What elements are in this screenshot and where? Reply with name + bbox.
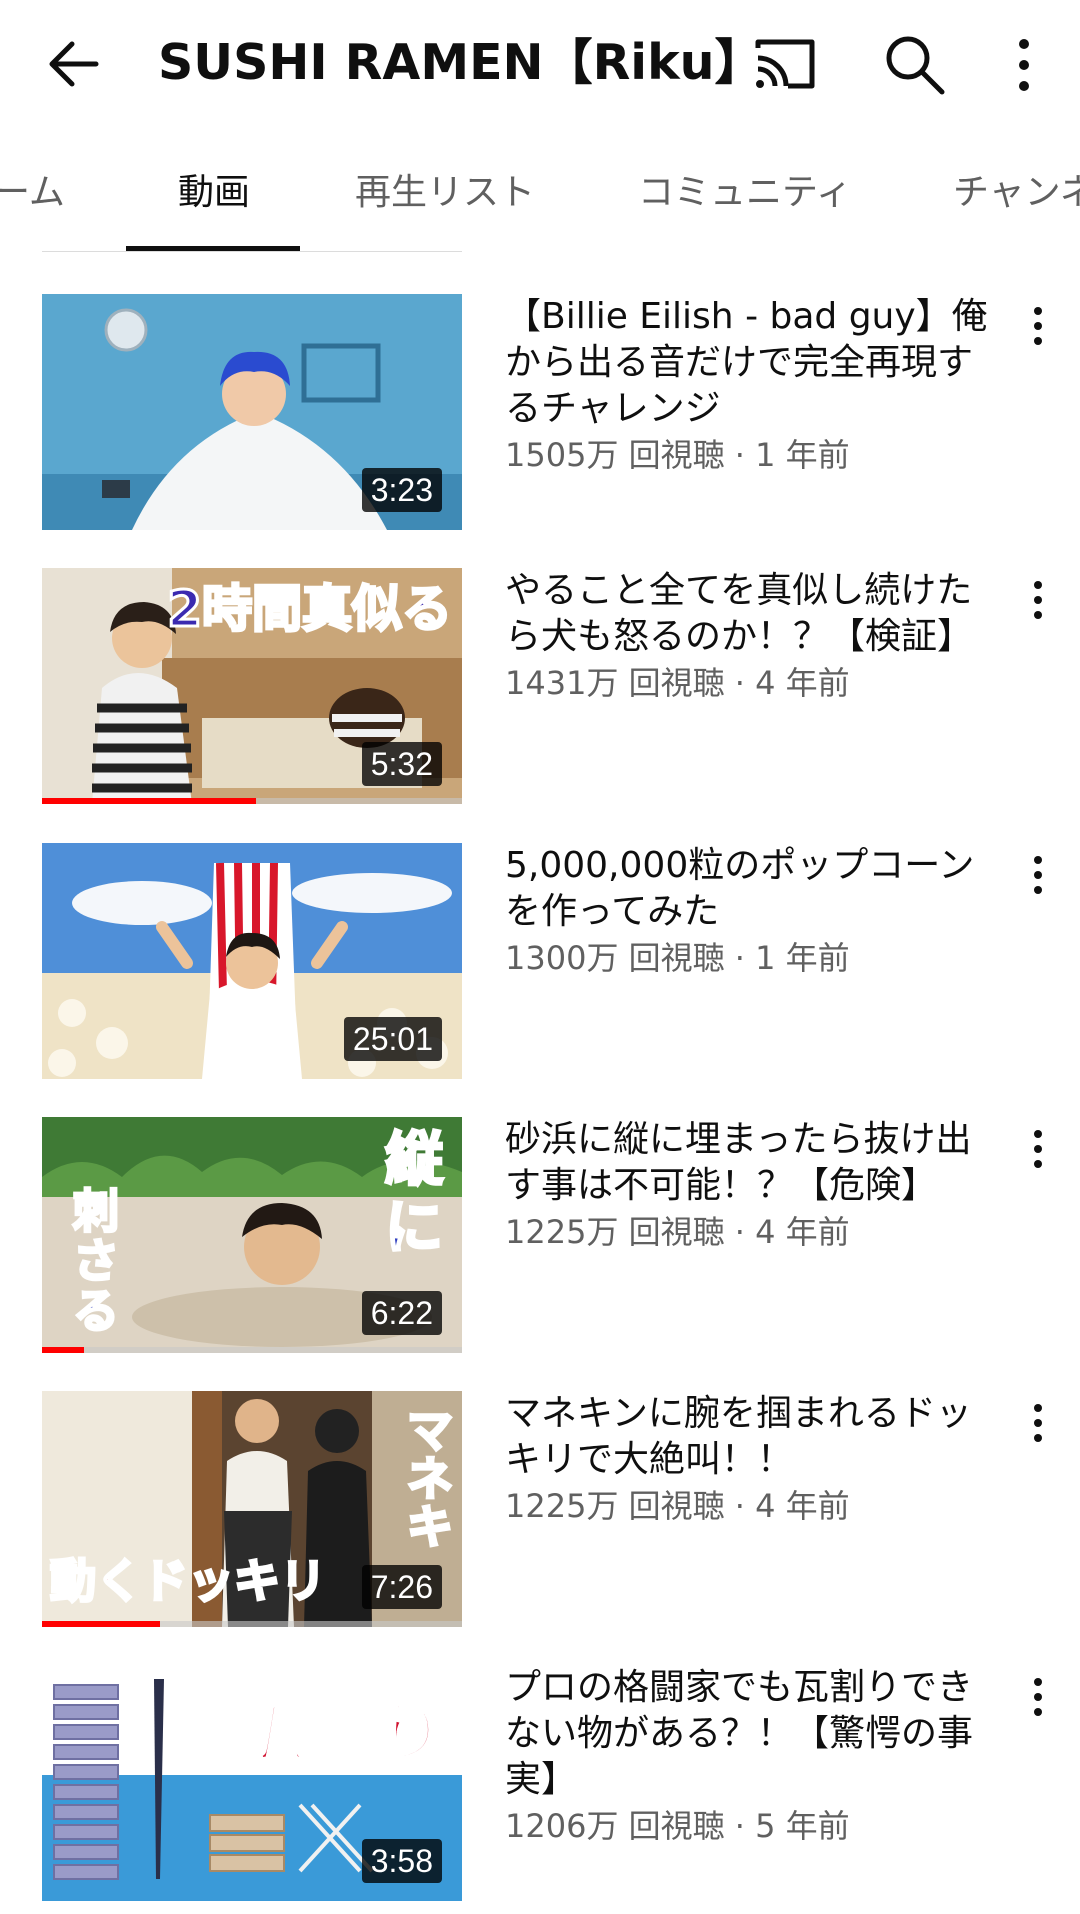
video-thumbnail[interactable]: 刺 さ る 縦 に 6:22 [42,1117,462,1353]
video-thumbnail[interactable]: 3:23 [42,294,462,530]
video-thumbnail[interactable]: 動くドッキリ マ ネ キ 7:26 [42,1391,462,1627]
tab-playlists[interactable]: 再生リスト [355,168,535,218]
thumbnail-overlay-text: ネ [407,1452,453,1506]
video-item[interactable]: 動くドッキリ マ ネ キ 7:26 マネキンに腕を掴まれるドッ キリで大絶叫！！… [0,1391,1080,1627]
video-duration: 3:23 [361,468,442,512]
video-thumbnail[interactable]: 2時間真似る 5:32 [42,568,462,804]
watch-progress-bar [42,1347,84,1353]
thumbnail-overlay-text: に [385,1193,443,1261]
video-info: 5,000,000粒のポップコーン を作ってみた 1300万 回視聴 · 1 年… [505,843,1005,981]
video-menu-icon[interactable] [1022,576,1054,624]
thumbnail-overlay-text: る [73,1284,119,1338]
video-title-line[interactable]: マネキンに腕を掴まれるドッ [505,1391,1005,1437]
video-item[interactable]: 25:01 5,000,000粒のポップコーン を作ってみた 1300万 回視聴… [0,843,1080,1079]
thumbnail-overlay-text: 刺 [73,1184,119,1238]
video-duration: 25:01 [343,1017,442,1061]
watch-progress-bar [42,1621,160,1627]
video-menu-icon[interactable] [1022,1399,1054,1447]
video-info: 【Billie Eilish - bad guy】俺 から出る音だけで完全再現す… [505,294,1005,478]
video-metadata: 1505万 回視聴 · 1 年前 [505,436,850,474]
video-title-line[interactable]: 砂浜に縦に埋まったら抜け出 [505,1117,1005,1163]
tab-community[interactable]: コミュニティ [638,168,852,218]
video-title-line[interactable]: るチャレンジ [505,386,1005,432]
video-metadata: 1431万 回視聴 · 4 年前 [505,664,850,702]
video-info: やること全てを真似し続けた ら犬も怒るのか！？【検証】 1431万 回視聴 · … [505,568,1005,706]
video-info: マネキンに腕を掴まれるドッ キリで大絶叫！！ 1225万 回視聴 · 4 年前 [505,1391,1005,1529]
watch-progress-bar [42,798,257,804]
video-menu-icon[interactable] [1022,1673,1054,1721]
video-info: プロの格闘家でも瓦割りでき ない物がある？！【驚愕の事 実】 1206万 回視聴… [505,1665,1005,1849]
video-duration: 6:22 [361,1291,442,1335]
thumbnail-overlay-text: 動くドッキリ [50,1554,326,1608]
divider [42,251,462,252]
video-metadata: 1225万 回視聴 · 4 年前 [505,1487,850,1525]
video-thumbnail[interactable]: 25:01 [42,843,462,1079]
video-duration: 3:58 [361,1839,442,1883]
search-icon[interactable] [880,30,950,100]
video-menu-icon[interactable] [1022,302,1054,350]
thumbnail-overlay-text: 縦 [385,1125,443,1193]
video-title-line[interactable]: ら犬も怒るのか！？【検証】 [505,614,1005,660]
thumbnail-overlay-text: さ [73,1234,119,1288]
video-title-line[interactable]: 5,000,000粒のポップコーン [505,843,1005,889]
tab-videos[interactable]: 動画 [178,168,250,218]
channel-tabs: ーム 動画 再生リスト コミュニティ チャンネ [0,140,1080,250]
more-vert-icon[interactable] [1000,30,1048,100]
video-title-line[interactable]: から出る音だけで完全再現す [505,340,1005,386]
tab-channels[interactable]: チャンネ [953,168,1080,218]
video-metadata: 1300万 回視聴 · 1 年前 [505,939,850,977]
video-info: 砂浜に縦に埋まったら抜け出 す事は不可能！？【危険】 1225万 回視聴 · 4… [505,1117,1005,1255]
video-duration: 7:26 [361,1565,442,1609]
video-title-line[interactable]: 実】 [505,1757,1005,1803]
video-metadata: 1206万 回視聴 · 5 年前 [505,1807,850,1845]
video-title-line[interactable]: を作ってみた [505,889,1005,935]
tab-home[interactable]: ーム [0,168,65,218]
video-title-line[interactable]: ない物がある？！【驚愕の事 [505,1711,1005,1757]
video-metadata: 1225万 回視聴 · 4 年前 [505,1213,850,1251]
video-title-line[interactable]: やること全てを真似し続けた [505,568,1005,614]
thumbnail-overlay-text: キ [407,1500,453,1554]
thumbnail-overlay-text: マ [407,1404,453,1458]
video-menu-icon[interactable] [1022,1125,1054,1173]
thumbnail-overlay-text: 2時間真似る [167,580,452,638]
back-arrow-icon[interactable] [38,28,110,100]
video-duration: 5:32 [361,742,442,786]
cast-icon[interactable] [750,34,820,94]
video-title-line[interactable]: プロの格闘家でも瓦割りでき [505,1665,1005,1711]
video-menu-icon[interactable] [1022,851,1054,899]
video-title-line[interactable]: キリで大絶叫！！ [505,1437,1005,1483]
watch-progress-track [42,1347,462,1353]
video-title-line[interactable]: す事は不可能！？【危険】 [505,1163,1005,1209]
app-bar: SUSHI RAMEN【Riku】 [0,0,1080,128]
video-thumbnail[interactable]: 瓦割り 3:58 [42,1665,462,1901]
video-item[interactable]: 2時間真似る 5:32 やること全てを真似し続けた ら犬も怒るのか！？【検証】 … [0,568,1080,804]
thumbnail-overlay-text: 瓦割り [252,1697,444,1771]
video-item[interactable]: 刺 さ る 縦 に 6:22 砂浜に縦に埋まったら抜け出 す事は不可能！？【危険… [0,1117,1080,1353]
video-title-line[interactable]: 【Billie Eilish - bad guy】俺 [505,294,1005,340]
channel-title: SUSHI RAMEN【Riku】 [158,34,764,91]
video-item[interactable]: 瓦割り 3:58 プロの格闘家でも瓦割りでき ない物がある？！【驚愕の事 実】 … [0,1665,1080,1901]
video-item[interactable]: 3:23 【Billie Eilish - bad guy】俺 から出る音だけで… [0,294,1080,530]
